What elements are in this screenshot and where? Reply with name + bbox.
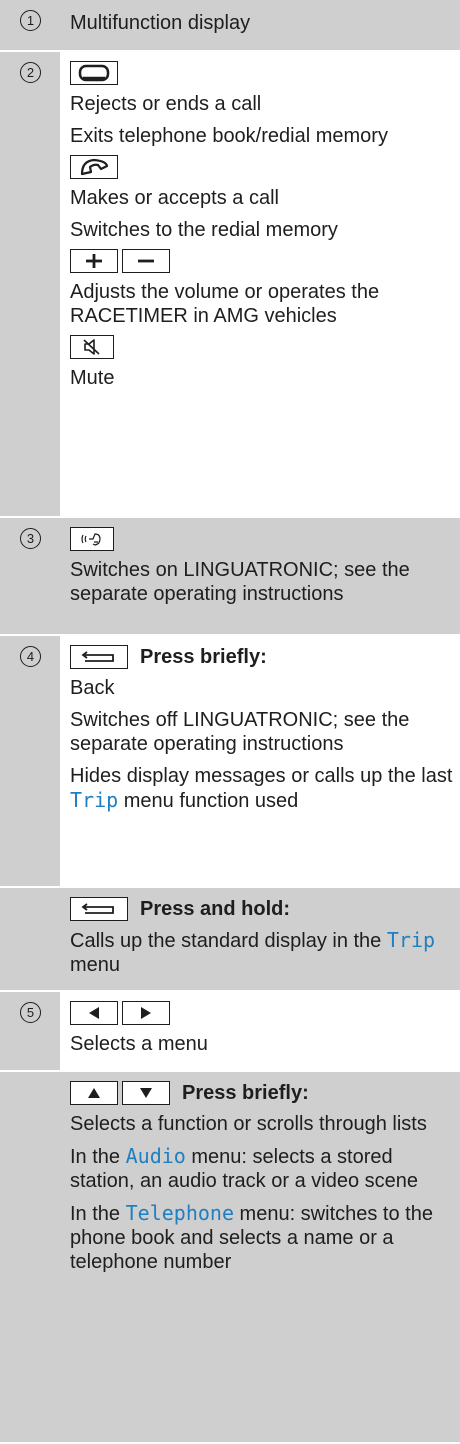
press-label: Press briefly: (182, 1081, 309, 1104)
left-key (70, 1001, 118, 1025)
volume-down-key (122, 249, 170, 273)
row-number-cell (0, 888, 60, 990)
row-number-cell: 3 (0, 518, 60, 634)
row-number: 2 (20, 62, 41, 83)
key-line (70, 58, 454, 88)
minus-icon (138, 259, 154, 263)
description-text: menu function used (118, 790, 299, 812)
plus-icon (86, 254, 102, 268)
key-line: Press briefly: (70, 642, 454, 672)
mute-icon (83, 339, 100, 355)
description: Switches to the redial memory (70, 219, 338, 241)
right-arrow-icon (141, 1007, 151, 1019)
up-arrow-icon (88, 1088, 100, 1098)
description-text: Hides display messages or calls up the l… (70, 765, 453, 787)
row-number-cell: 4 (0, 636, 60, 886)
row-5: 5 Selects a menu (0, 992, 460, 1072)
description: Rejects or ends a call (70, 93, 262, 115)
row-content: Press briefly: Back Switches off LINGUAT… (60, 636, 460, 886)
row-content: Press and hold: Calls up the standard di… (60, 888, 460, 990)
row-4-hold: Press and hold: Calls up the standard di… (0, 888, 460, 992)
description: Switches off LINGUATRONIC; see the separ… (70, 709, 410, 755)
row-3: 3 Switches on LINGUATRONIC; see the sepa… (0, 518, 460, 636)
hang-up-icon (78, 64, 110, 82)
row-1: 1 Multifunction display (0, 0, 460, 52)
voice-icon (81, 533, 101, 546)
row-number: 3 (20, 528, 41, 549)
key-line: Press briefly: (70, 1078, 454, 1108)
row-number-cell: 5 (0, 992, 60, 1070)
right-key (122, 1001, 170, 1025)
row-number: 5 (20, 1002, 41, 1023)
row-content: Switches on LINGUATRONIC; see the separa… (60, 518, 460, 634)
down-key (122, 1081, 170, 1105)
description: Multifunction display (70, 12, 251, 34)
description: Selects a menu (70, 1033, 208, 1055)
row-number-cell: 1 (0, 0, 60, 50)
menu-name: Trip (386, 928, 436, 952)
description: Exits telephone book/redial memory (70, 125, 388, 147)
back-key (70, 645, 128, 669)
key-line (70, 246, 454, 276)
description: Adjusts the volume or operates the RACET… (70, 281, 380, 327)
back-key (70, 897, 128, 921)
back-icon (81, 903, 114, 914)
left-arrow-icon (89, 1007, 99, 1019)
description: Selects a function or scrolls through li… (70, 1113, 427, 1135)
phone-icon (80, 158, 109, 176)
description: In the Telephone menu: switches to the p… (70, 1197, 454, 1278)
key-line (70, 332, 454, 362)
row-number-cell: 2 (0, 52, 60, 516)
end-call-key (70, 61, 118, 85)
description-text: Calls up the standard display in the (70, 930, 387, 952)
row-number: 1 (20, 10, 41, 31)
description-text: menu (70, 954, 121, 976)
function-table: 1 Multifunction display 2 Rejects or end… (0, 0, 460, 1444)
voice-control-key (70, 527, 114, 551)
menu-name: Trip (70, 788, 119, 812)
description: Calls up the standard display in the Tri… (70, 924, 454, 981)
description: Mute (70, 367, 115, 389)
row-content: Selects a menu (60, 992, 460, 1070)
description: Switches on LINGUATRONIC; see the separa… (70, 559, 410, 605)
description: Makes or accepts a call (70, 187, 279, 209)
description-text: In the (70, 1146, 126, 1168)
row-2: 2 Rejects or ends a call Exits telephone… (0, 52, 460, 518)
press-label: Press briefly: (140, 645, 267, 668)
row-number: 4 (20, 646, 41, 667)
key-line (70, 998, 454, 1028)
down-arrow-icon (140, 1088, 152, 1098)
mute-key (70, 335, 114, 359)
row-4: 4 Press briefly: Back Switches off LINGU… (0, 636, 460, 888)
row-content: Multifunction display (60, 0, 460, 50)
up-key (70, 1081, 118, 1105)
volume-up-key (70, 249, 118, 273)
description: In the Audio menu: selects a stored stat… (70, 1140, 454, 1197)
row-number-cell (0, 1072, 60, 1442)
row-5-updown: Press briefly: Selects a function or scr… (0, 1072, 460, 1444)
key-line (70, 152, 454, 182)
menu-name: Audio (125, 1144, 186, 1168)
press-label: Press and hold: (140, 897, 291, 920)
row-content: Press briefly: Selects a function or scr… (60, 1072, 460, 1442)
description: Hides display messages or calls up the l… (70, 760, 454, 817)
description-text: In the (70, 1203, 126, 1225)
back-icon (81, 651, 114, 662)
row-content: Rejects or ends a call Exits telephone b… (60, 52, 460, 516)
key-line: Press and hold: (70, 894, 454, 924)
key-line (70, 524, 454, 554)
description: Back (70, 677, 115, 699)
call-key (70, 155, 118, 179)
menu-name: Telephone (125, 1201, 234, 1225)
